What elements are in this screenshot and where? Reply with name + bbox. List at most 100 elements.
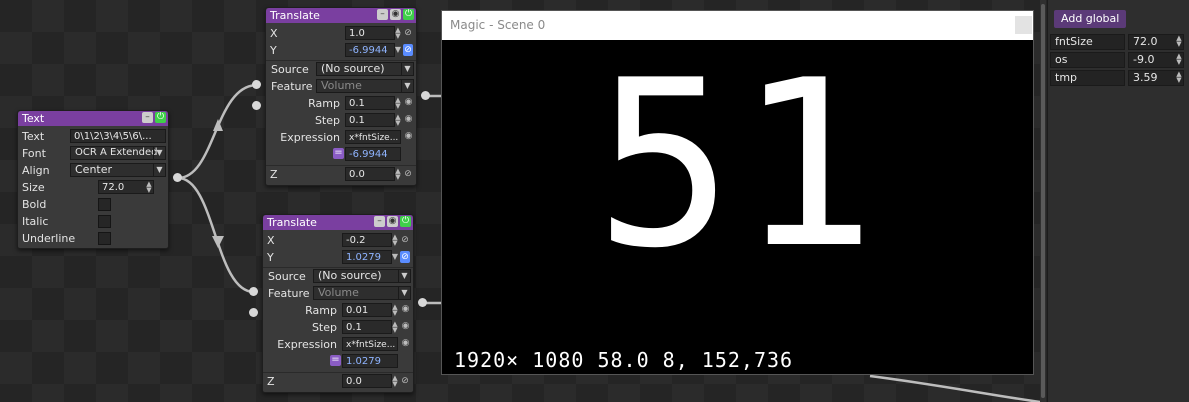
step-field[interactable]: 0.1 [342, 320, 392, 334]
eye-icon[interactable]: ◉ [404, 132, 413, 141]
font-label: Font [22, 147, 46, 160]
node-canvas[interactable]: Text – ⏻ Text 0\1\2\3\4\5\6\... Font OCR… [0, 0, 1045, 402]
spinner-arrows-icon[interactable]: ▲ ▼ [391, 234, 399, 247]
chevron-down-icon: ▼ [398, 287, 410, 299]
align-row: Align Center ▼ [18, 162, 168, 179]
spinner-arrows-icon[interactable]: ▲ ▼ [391, 375, 399, 388]
bold-checkbox[interactable] [98, 198, 111, 211]
z-field[interactable]: 0.0 [345, 167, 395, 181]
power-icon[interactable]: ⏻ [155, 112, 166, 123]
minus-icon[interactable]: – [142, 112, 153, 123]
expression-label: Expression [280, 131, 340, 144]
eye-icon[interactable]: ◉ [404, 98, 413, 107]
link-icon[interactable]: ⊘ [400, 251, 410, 263]
chevron-down-icon[interactable]: ▼ [391, 251, 399, 264]
spinner-arrows-icon[interactable]: ▲ ▼ [394, 27, 402, 40]
source-dropdown[interactable]: (No source) ▼ [316, 62, 414, 76]
chevron-down-icon: ▼ [153, 164, 165, 176]
x-field[interactable]: 1.0 [345, 26, 395, 40]
eye-icon[interactable]: ◉ [390, 9, 401, 20]
spinner-arrows-icon[interactable]: ▲ ▼ [145, 181, 153, 194]
minus-icon[interactable]: – [374, 216, 385, 227]
translate-bottom-y-row: Y 1.0279 ▼ ⊘ [263, 249, 413, 266]
spinner-arrows-icon[interactable]: ▲ ▼ [1175, 53, 1183, 66]
translate-top-feature-row: Feature Volume ▼ [266, 78, 416, 95]
expression-field[interactable]: x*fntSize... [342, 337, 398, 351]
spinner-arrows-icon[interactable]: ▲ ▼ [394, 168, 402, 181]
add-global-button[interactable]: Add global [1054, 10, 1127, 28]
align-dropdown[interactable]: Center ▼ [70, 163, 166, 177]
translate-bottom-header[interactable]: Translate – ◉ ⏻ [263, 215, 413, 230]
ramp-field[interactable]: 0.1 [345, 96, 395, 110]
wire-text-to-translate-bottom [177, 176, 255, 294]
eye-icon[interactable]: ◉ [387, 216, 398, 227]
x-label: X [270, 27, 278, 40]
underline-checkbox[interactable] [98, 232, 111, 245]
power-icon[interactable]: ⏻ [400, 216, 411, 227]
font-dropdown[interactable]: OCR A Extended ▼ [70, 146, 166, 160]
eye-icon[interactable]: ◉ [401, 305, 410, 314]
y-field[interactable]: -6.9944 [345, 43, 395, 57]
eye-icon[interactable]: ◉ [401, 322, 410, 331]
ramp-label: Ramp [308, 97, 340, 110]
x-field[interactable]: -0.2 [342, 233, 392, 247]
translate-bottom-input-port-1[interactable] [249, 287, 258, 296]
feature-dropdown[interactable]: Volume ▼ [313, 286, 411, 300]
global-var-row: tmp 3.59 ▲ ▼ [1050, 70, 1188, 87]
window-button[interactable] [1015, 16, 1032, 34]
render-window[interactable]: Magic - Scene 0 51 1920× 1080 58.0 8, 15… [441, 10, 1034, 375]
text-node-header[interactable]: Text – ⏻ [18, 111, 168, 126]
expression-field[interactable]: x*fntSize... [345, 130, 401, 144]
link-icon[interactable]: ⊘ [400, 234, 410, 246]
source-dropdown[interactable]: (No source) ▼ [313, 269, 411, 283]
spinner-arrows-icon[interactable]: ▲ ▼ [1175, 35, 1183, 48]
translate-top-output-port[interactable] [421, 91, 430, 100]
vertical-scrollbar[interactable] [1040, 0, 1046, 402]
global-var-name[interactable]: os [1050, 52, 1125, 68]
global-var-name[interactable]: fntSize [1050, 34, 1125, 50]
eye-icon[interactable]: ◉ [401, 339, 410, 348]
translate-top-y-row: Y -6.9944 ▼ ⊘ [266, 42, 416, 59]
step-field[interactable]: 0.1 [345, 113, 395, 127]
link-icon[interactable]: ⊘ [403, 44, 413, 56]
size-label: Size [22, 181, 45, 194]
feature-value: Volume [318, 286, 359, 299]
spinner-arrows-icon[interactable]: ▲ ▼ [391, 321, 399, 334]
translate-top-header[interactable]: Translate – ◉ ⏻ [266, 8, 416, 23]
link-icon[interactable]: ⊘ [400, 375, 410, 387]
global-var-name[interactable]: tmp [1050, 70, 1125, 86]
spinner-arrows-icon[interactable]: ▲ ▼ [391, 304, 399, 317]
spinner-arrows-icon[interactable]: ▲ ▼ [394, 97, 402, 110]
scrollbar-thumb[interactable] [1041, 4, 1045, 398]
bold-row: Bold [18, 196, 168, 213]
translate-top-input-port-1[interactable] [252, 80, 261, 89]
chevron-down-icon[interactable]: ▼ [394, 44, 402, 57]
text-node[interactable]: Text – ⏻ Text 0\1\2\3\4\5\6\... Font OCR… [17, 110, 169, 249]
translate-node-top[interactable]: Translate – ◉ ⏻ X 1.0 ▲ ▼ ⊘ Y -6.9944 ▼ ⊘… [265, 7, 417, 186]
power-icon[interactable]: ⏻ [403, 9, 414, 20]
translate-top-source-row: Source (No source) ▼ [266, 61, 416, 78]
translate-bottom-output-port[interactable] [418, 298, 427, 307]
translate-bottom-z-row: Z 0.0 ▲ ▼ ⊘ [263, 373, 413, 390]
eye-icon[interactable]: ◉ [404, 115, 413, 124]
link-icon[interactable]: ⊘ [403, 27, 413, 39]
text-node-output-port[interactable] [173, 173, 182, 182]
feature-dropdown[interactable]: Volume ▼ [316, 79, 414, 93]
expression-result: 1.0279 [342, 354, 398, 368]
translate-bottom-input-port-2[interactable] [249, 308, 258, 317]
translate-top-input-port-2[interactable] [252, 101, 261, 110]
y-label: Y [270, 44, 277, 57]
spinner-arrows-icon[interactable]: ▲ ▼ [1175, 71, 1183, 84]
text-value-field[interactable]: 0\1\2\3\4\5\6\... [70, 129, 166, 143]
global-var-row: fntSize 72.0 ▲ ▼ [1050, 34, 1188, 51]
translate-bottom-result-row: = 1.0279 [263, 353, 413, 370]
y-field[interactable]: 1.0279 [342, 250, 392, 264]
italic-checkbox[interactable] [98, 215, 111, 228]
z-field[interactable]: 0.0 [342, 374, 392, 388]
rendered-text: 51 [595, 32, 880, 299]
link-icon[interactable]: ⊘ [403, 168, 413, 180]
spinner-arrows-icon[interactable]: ▲ ▼ [394, 114, 402, 127]
minus-icon[interactable]: – [377, 9, 388, 20]
translate-node-bottom[interactable]: Translate – ◉ ⏻ X -0.2 ▲ ▼ ⊘ Y 1.0279 ▼ ⊘… [262, 214, 414, 393]
ramp-field[interactable]: 0.01 [342, 303, 392, 317]
